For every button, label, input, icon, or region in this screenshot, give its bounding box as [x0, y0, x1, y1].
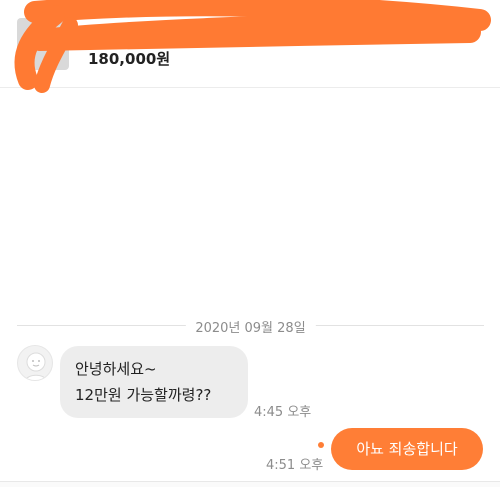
- outgoing-message-bubble[interactable]: 아뇨 죄송합니다: [331, 428, 483, 470]
- incoming-message-bubble[interactable]: 안녕하세요~ 12만원 가능할까령??: [60, 346, 248, 418]
- message-input-bar[interactable]: [0, 481, 500, 487]
- product-price: 180,000원: [88, 50, 171, 68]
- message-line: 안녕하세요~: [75, 360, 157, 378]
- message-line: 12만원 가능할까령??: [75, 386, 212, 404]
- unread-indicator: [318, 442, 324, 448]
- date-label: 2020년 09월 28일: [185, 317, 316, 336]
- product-header[interactable]: 아이패드 미니 5세대 64GB WiFi 180,000원: [0, 0, 500, 88]
- product-thumbnail[interactable]: [17, 18, 69, 70]
- date-divider: 2020년 09월 28일: [17, 315, 484, 337]
- incoming-message-time: 4:45 오후: [254, 405, 312, 420]
- product-title: 아이패드 미니 5세대 64GB WiFi: [88, 25, 285, 41]
- outgoing-message-time: 4:51 오후: [266, 458, 324, 473]
- default-profile-icon: [25, 352, 47, 380]
- avatar[interactable]: [17, 345, 53, 381]
